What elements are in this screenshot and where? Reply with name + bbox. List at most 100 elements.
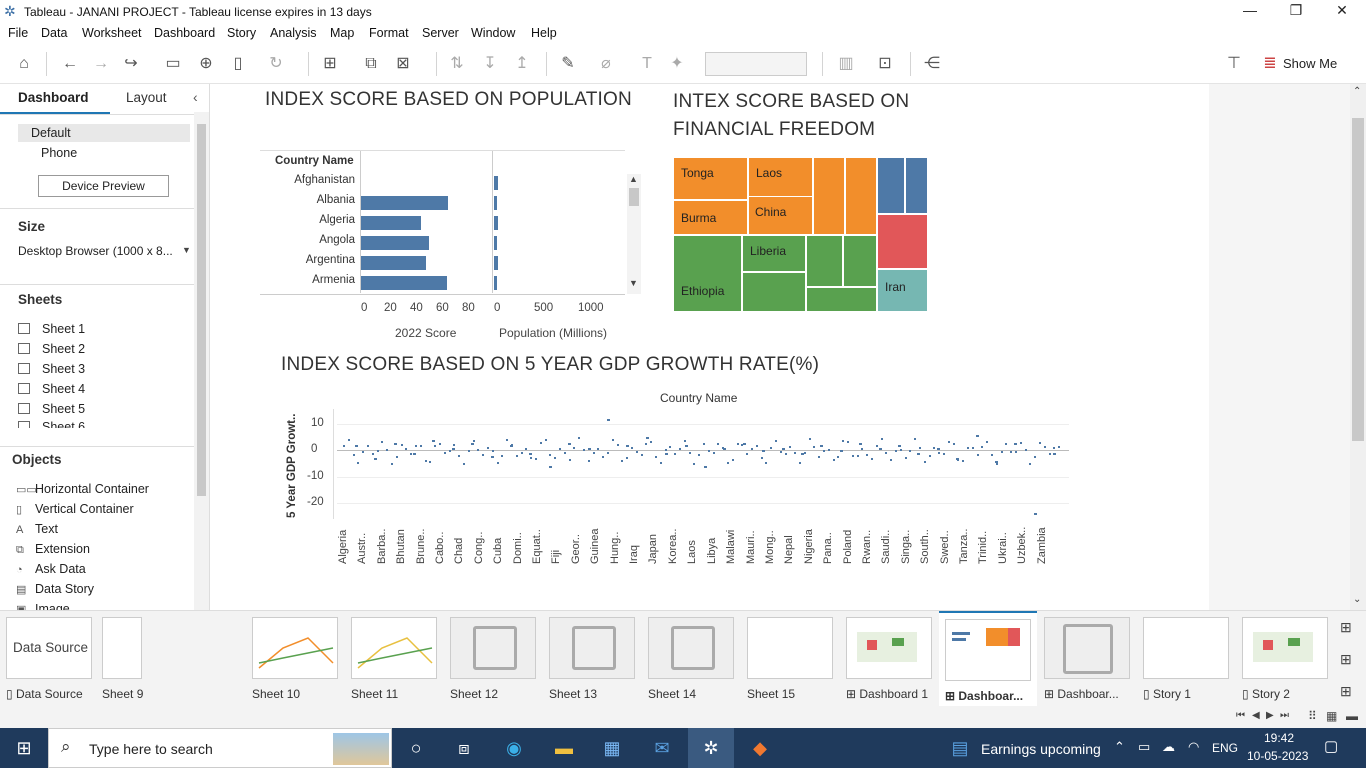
duplicate-icon[interactable]: ⧉ [361, 54, 381, 74]
gdp-point[interactable] [645, 437, 649, 440]
gdp-point[interactable] [781, 447, 785, 450]
taskbar-search[interactable]: ⌕ Type here to search [48, 728, 392, 768]
show-me-button[interactable]: Show Me [1283, 56, 1337, 71]
object-data-story[interactable]: ▤ Data Story [16, 582, 94, 596]
undo-icon[interactable]: ← [60, 54, 80, 74]
gdp-point[interactable] [684, 445, 688, 448]
gdp-point[interactable] [956, 458, 960, 461]
gdp-point[interactable] [451, 447, 455, 450]
sheet-tab[interactable]: ⊞ Dashboar... [1038, 611, 1136, 707]
notifications-icon[interactable]: ▢ [1324, 737, 1338, 755]
treemap-cell[interactable]: China [755, 205, 786, 219]
cortana-icon[interactable]: ○ [404, 736, 428, 760]
new-worksheet-tab-icon[interactable]: ⊞ [1340, 619, 1352, 636]
group-icon[interactable]: ⌀ [596, 54, 616, 74]
gdp-point[interactable] [568, 442, 572, 445]
share-icon[interactable]: ⋲ [922, 54, 942, 74]
close-icon[interactable]: ✕ [1332, 2, 1352, 22]
sheet-tab[interactable]: Sheet 11 [345, 611, 443, 707]
gdp-point[interactable] [529, 453, 533, 456]
gdp-point[interactable] [548, 466, 552, 469]
sort-desc-icon[interactable]: ↥ [512, 54, 532, 74]
show-me-icon[interactable]: ≣ [1260, 54, 1280, 74]
object-ask-data[interactable]: ◔ Ask Data [16, 562, 86, 576]
sheet-item[interactable]: Sheet 2 [18, 342, 85, 356]
wifi-icon[interactable]: ◠ [1188, 739, 1199, 755]
gdp-point[interactable] [1033, 513, 1037, 516]
pop-score-bar[interactable] [361, 256, 426, 270]
sheet-item[interactable]: Sheet 3 [18, 362, 85, 376]
left-scrollbar[interactable] [194, 112, 209, 610]
pop-score-bar[interactable] [361, 236, 429, 250]
sheet-item[interactable]: Sheet 5 [18, 402, 85, 416]
treemap-cell[interactable]: Iran [877, 269, 928, 312]
menu-map[interactable]: Map [330, 26, 354, 40]
new-dashboard-tab-icon[interactable]: ⊞ [1340, 651, 1352, 668]
menu-file[interactable]: File [8, 26, 28, 40]
sheet-tab[interactable]: Sheet 13 [543, 611, 641, 707]
gdp-point[interactable] [936, 447, 940, 450]
menu-help[interactable]: Help [531, 26, 557, 40]
gdp-point[interactable] [820, 445, 824, 448]
pop-scrollbar[interactable]: ▲ ▼ [627, 174, 641, 294]
pop-population-bar[interactable] [494, 216, 498, 230]
home-icon[interactable]: ⌂ [14, 54, 34, 74]
sheet-tab[interactable]: ▯ Story 1 [1137, 611, 1235, 707]
pause-updates-icon[interactable]: ▯ [228, 54, 248, 74]
gdp-point[interactable] [471, 442, 475, 445]
pop-score-bar[interactable] [361, 216, 421, 230]
pop-population-bar[interactable] [494, 276, 497, 290]
menu-story[interactable]: Story [227, 26, 256, 40]
sheet-item[interactable]: Sheet 4 [18, 382, 85, 396]
gdp-point[interactable] [878, 447, 882, 450]
card-icon[interactable]: ▥ [836, 54, 856, 74]
menu-analysis[interactable]: Analysis [270, 26, 317, 40]
onedrive-icon[interactable]: ☁ [1162, 739, 1175, 755]
sheet-tab[interactable]: Sheet 14 [642, 611, 740, 707]
sort-asc-icon[interactable]: ↧ [480, 54, 500, 74]
edge-icon[interactable]: ◉ [502, 736, 526, 760]
size-chevron-icon[interactable]: ▼ [182, 245, 191, 255]
tray-chevron-icon[interactable]: ⌃ [1114, 739, 1125, 755]
file-explorer-icon[interactable]: ▬ [552, 736, 576, 760]
sheet-tab[interactable]: ⊞ Dashboard 1 [840, 611, 938, 707]
pop-population-bar[interactable] [494, 196, 497, 210]
gdp-point[interactable] [509, 445, 513, 448]
tab-layout[interactable]: Layout [126, 90, 167, 105]
gdp-point[interactable] [995, 460, 999, 463]
gdp-point[interactable] [762, 450, 766, 453]
treemap-cell-empty[interactable] [845, 157, 877, 235]
gdp-point[interactable] [839, 450, 843, 453]
gdp-point[interactable] [665, 453, 669, 456]
sheet-item[interactable]: Sheet 6 [18, 420, 85, 428]
gdp-point[interactable] [742, 442, 746, 445]
gdp-point[interactable] [606, 419, 610, 421]
pop-score-bar[interactable] [361, 276, 447, 290]
gdp-point[interactable] [723, 447, 727, 450]
new-story-tab-icon[interactable]: ⊞ [1340, 683, 1352, 700]
tableau-taskbar-button[interactable]: ✲ [688, 728, 734, 768]
anaconda-icon[interactable]: ◆ [748, 736, 772, 760]
redo-icon[interactable]: → [91, 54, 111, 74]
minimize-icon[interactable]: — [1240, 2, 1260, 22]
treemap-cell-empty[interactable] [742, 272, 806, 312]
fix-axes-icon[interactable]: ✦ [667, 54, 687, 74]
gdp-point[interactable] [490, 455, 494, 458]
canvas-scrollbar[interactable]: ⌃ ⌄ [1350, 84, 1366, 610]
treemap-cell[interactable]: Ethiopia [673, 235, 742, 312]
sheet-tab[interactable]: Sheet 9 [96, 611, 144, 707]
gdp-point[interactable] [859, 442, 863, 445]
pop-population-bar[interactable] [494, 236, 497, 250]
treemap-cell-empty[interactable] [813, 157, 845, 235]
sheet-tab[interactable]: Sheet 12 [444, 611, 542, 707]
gdp-point[interactable] [587, 447, 591, 450]
gdp-point[interactable] [1053, 453, 1057, 456]
object-extension[interactable]: ⧉ Extension [16, 542, 90, 557]
treemap-cell-empty[interactable] [843, 235, 877, 287]
nav-next-icon[interactable]: ▶ [1266, 710, 1274, 721]
device-default[interactable]: Default [31, 126, 71, 140]
film-view-icon[interactable]: ▦ [1326, 709, 1337, 723]
mail-icon[interactable]: ✉ [650, 736, 674, 760]
store-icon[interactable]: ▦ [600, 736, 624, 760]
gdp-point[interactable] [412, 453, 416, 456]
